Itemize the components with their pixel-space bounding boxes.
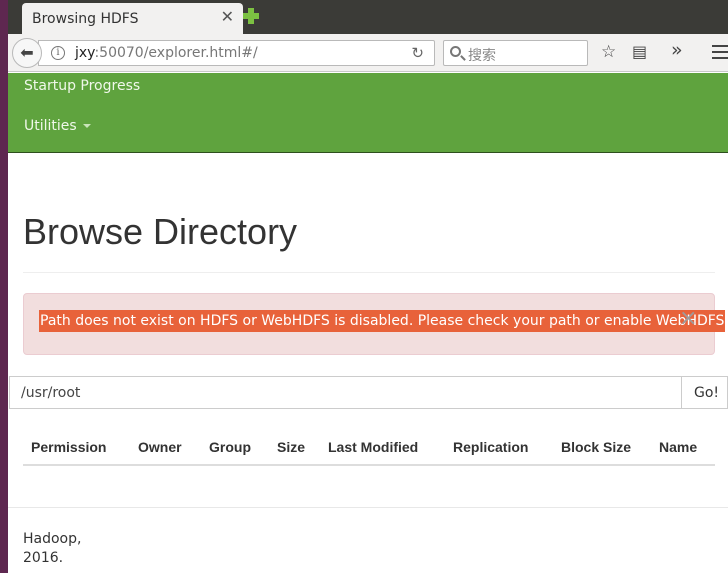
tab-title: Browsing HDFS: [32, 11, 139, 27]
search-input[interactable]: 搜索: [443, 40, 588, 66]
url-bar[interactable]: i jxy:50070/explorer.html#/ ↻: [38, 40, 435, 66]
reading-list-icon[interactable]: ▤: [632, 42, 647, 62]
reload-icon[interactable]: ↻: [411, 44, 424, 62]
error-alert: Path does not exist on HDFS or WebHDFS i…: [23, 293, 726, 355]
table-header: Permission Owner Group Size Last Modifie…: [23, 430, 715, 466]
tab-browsing-hdfs[interactable]: Browsing HDFS ✕: [22, 3, 243, 34]
footer: Hadoop, 2016.: [23, 530, 103, 568]
column-name[interactable]: Name: [659, 439, 697, 455]
column-owner[interactable]: Owner: [138, 439, 182, 455]
page-title: Browse Directory: [23, 211, 298, 252]
nav-utilities-label: Utilities: [24, 118, 77, 134]
new-tab-icon[interactable]: [243, 8, 259, 24]
page-header: Startup Progress Utilities: [8, 73, 728, 153]
footer-line-1: Hadoop,: [23, 531, 82, 547]
back-arrow-icon: ⬅: [20, 43, 34, 62]
alert-message: Path does not exist on HDFS or WebHDFS i…: [39, 310, 726, 332]
caret-down-icon: [82, 124, 91, 128]
column-size[interactable]: Size: [277, 439, 305, 455]
back-button[interactable]: ⬅: [12, 38, 42, 68]
overflow-chevron-icon[interactable]: »: [671, 40, 683, 60]
tab-bar: Browsing HDFS ✕: [8, 0, 728, 34]
search-icon: [450, 46, 461, 57]
url-host: jxy: [75, 45, 95, 61]
desktop-edge: [0, 0, 8, 573]
close-tab-icon[interactable]: ✕: [221, 9, 234, 25]
directory-path-input[interactable]: [9, 376, 682, 409]
column-group[interactable]: Group: [209, 439, 251, 455]
nav-utilities[interactable]: Utilities: [24, 118, 91, 134]
url-text[interactable]: jxy:50070/explorer.html#/: [75, 45, 258, 61]
navigation-toolbar: i jxy:50070/explorer.html#/ ↻ ⬅ 搜索 ☆ ▤ »: [8, 34, 728, 72]
url-path: :50070/explorer.html#/: [94, 45, 258, 61]
column-replication[interactable]: Replication: [453, 439, 528, 455]
bookmark-star-icon[interactable]: ☆: [601, 42, 616, 62]
search-placeholder: 搜索: [468, 48, 496, 64]
title-divider: [23, 272, 715, 273]
hamburger-menu-icon[interactable]: [712, 45, 728, 59]
footer-line-2: 2016.: [23, 550, 64, 566]
column-permission[interactable]: Permission: [31, 439, 106, 455]
close-alert-icon[interactable]: ×: [679, 308, 697, 330]
site-info-icon[interactable]: i: [51, 46, 65, 60]
go-button[interactable]: Go!: [681, 376, 728, 409]
footer-divider: [8, 507, 728, 508]
nav-startup-progress[interactable]: Startup Progress: [24, 78, 140, 94]
column-last-modified[interactable]: Last Modified: [328, 439, 418, 455]
column-block-size[interactable]: Block Size: [561, 439, 631, 455]
